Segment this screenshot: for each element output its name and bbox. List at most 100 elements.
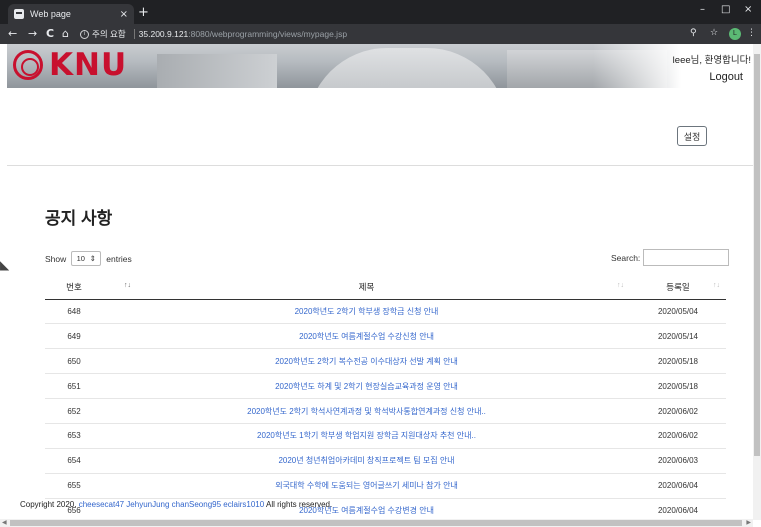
copyright-prefix: Copyright 2020, bbox=[20, 500, 77, 509]
table-row: 651 2020학년도 하계 및 2학기 현장실습교육과정 운영 안내 2020/0… bbox=[45, 373, 726, 399]
row-date: 2020/05/14 bbox=[630, 323, 726, 349]
row-date: 2020/06/02 bbox=[630, 422, 726, 449]
table-row: 650 2020학년도 2학기 복수전공 이수대상자 선발 계획 안내 2020/0… bbox=[45, 348, 726, 374]
author-names[interactable]: cheesecat47 JehyunJung chanSeong95 eclai… bbox=[79, 500, 264, 509]
notice-table: 번호 ↑↓ 제목 ↑↓ 등록일 ↑↓ 648 2020학년도 2학기 학부생 장학… bbox=[45, 275, 726, 520]
sort-icon: ↑↓ bbox=[713, 282, 720, 289]
row-number: 652 bbox=[45, 398, 103, 424]
browser-tab-bar: Web page × + – □ × bbox=[0, 0, 761, 24]
vertical-scroll-thumb[interactable] bbox=[754, 54, 760, 456]
new-tab-icon[interactable]: + bbox=[138, 5, 149, 20]
browser-menu-icon[interactable]: ⋮ bbox=[747, 28, 756, 38]
tab-title: Web page bbox=[30, 9, 71, 19]
tab-close-icon[interactable]: × bbox=[120, 9, 128, 20]
notice-title-link[interactable]: 2020학년도 2학기 학부생 장학금 신청 안내 bbox=[295, 307, 439, 316]
reload-icon[interactable]: C bbox=[46, 27, 54, 40]
row-date: 2020/05/04 bbox=[630, 298, 726, 324]
sort-icon: ↑↓ bbox=[617, 282, 624, 289]
logout-link[interactable]: Logout bbox=[709, 71, 743, 83]
table-header-row: 번호 ↑↓ 제목 ↑↓ 등록일 ↑↓ bbox=[45, 275, 726, 300]
profile-avatar[interactable]: L bbox=[729, 28, 741, 40]
knu-emblem-icon bbox=[13, 50, 43, 80]
knu-logo[interactable]: KNU bbox=[13, 47, 128, 83]
show-label: Show bbox=[45, 253, 67, 264]
select-arrows-icon: ⇕ bbox=[89, 254, 96, 263]
settings-button[interactable]: 설정 bbox=[677, 126, 707, 146]
notice-title-link[interactable]: 외국대학 수학에 도움되는 영어글쓰기 세미나 참가 안내 bbox=[275, 481, 458, 490]
address-bar[interactable]: i 주의 요함 35.200.9.121 :8080/webprogrammin… bbox=[80, 26, 640, 42]
notice-title-link[interactable]: 2020학년도 2학기 복수전공 이수대상자 선발 계획 안내 bbox=[275, 357, 458, 366]
row-date: 2020/06/03 bbox=[630, 447, 726, 474]
row-title: 2020학년도 여름계절수업 수강신청 안내 bbox=[103, 323, 630, 349]
notice-title-link[interactable]: 2020년 청년취업아카데미 창직프로젝트 팀 모집 안내 bbox=[278, 456, 454, 465]
row-date: 2020/06/04 bbox=[630, 497, 726, 520]
bookmark-star-icon[interactable]: ☆ bbox=[710, 28, 718, 38]
welcome-message: leee님, 환영합니다! bbox=[672, 55, 751, 66]
row-number: 649 bbox=[45, 323, 103, 349]
notice-title-link[interactable]: 2020학년도 하계 및 2학기 현장실습교육과정 운영 안내 bbox=[275, 382, 458, 391]
copyright-suffix: All rights reserved. bbox=[265, 500, 333, 509]
row-title: 2020학년도 1학기 학부생 학업지원 장학금 지원대상자 추천 안내.. bbox=[103, 422, 630, 449]
row-title: 2020학년도 2학기 복수전공 이수대상자 선발 계획 안내 bbox=[103, 348, 630, 374]
row-date: 2020/05/18 bbox=[630, 348, 726, 374]
row-number: 648 bbox=[45, 298, 103, 324]
entries-label: entries bbox=[106, 253, 132, 264]
row-title: 2020년 청년취업아카데미 창직프로젝트 팀 모집 안내 bbox=[103, 447, 630, 474]
scroll-right-icon[interactable]: ▶ bbox=[746, 519, 751, 526]
minimize-icon[interactable]: – bbox=[700, 4, 705, 15]
row-number: 653 bbox=[45, 422, 103, 449]
row-date: 2020/06/04 bbox=[630, 472, 726, 499]
page-footer: Copyright 2020, cheesecat47 JehyunJung c… bbox=[20, 500, 332, 509]
page-favicon-icon bbox=[14, 9, 24, 19]
vertical-scrollbar[interactable] bbox=[753, 44, 761, 520]
url-path: :8080/webprogramming/views/mypage.jsp bbox=[188, 29, 348, 39]
page-viewport: KNU leee님, 환영합니다! Logout 설정 공지 사항 Show 1… bbox=[7, 44, 753, 520]
address-separator bbox=[133, 29, 135, 39]
banner-dome bbox=[307, 48, 507, 88]
notice-title-link[interactable]: 2020학년도 2학기 학석사연계과정 및 학석박사통합연계과정 신청 안내.. bbox=[247, 407, 486, 416]
row-number: 654 bbox=[45, 447, 103, 474]
horizontal-scrollbar[interactable]: ◀ ▶ bbox=[0, 519, 753, 527]
home-icon[interactable]: ⌂ bbox=[62, 27, 69, 40]
table-body: 648 2020학년도 2학기 학부생 장학금 신청 안내 2020/05/04 64… bbox=[45, 298, 726, 520]
search-input[interactable] bbox=[643, 249, 730, 266]
back-icon[interactable]: ← bbox=[8, 27, 17, 40]
row-number: 651 bbox=[45, 373, 103, 399]
url-host: 35.200.9.121 bbox=[138, 29, 189, 39]
logo-wordmark: KNU bbox=[49, 47, 128, 83]
row-date: 2020/06/02 bbox=[630, 398, 726, 424]
info-icon[interactable]: i bbox=[80, 29, 89, 39]
horizontal-scroll-thumb[interactable] bbox=[10, 520, 742, 526]
table-row: 649 2020학년도 여름계절수업 수강신청 안내 2020/05/14 bbox=[45, 323, 726, 349]
row-number: 650 bbox=[45, 348, 103, 374]
search-label: Search: bbox=[611, 252, 641, 263]
banner-building bbox=[157, 54, 277, 88]
header-banner: KNU leee님, 환영합니다! Logout bbox=[7, 44, 753, 88]
table-row: 653 2020학년도 1학기 학부생 학업지원 장학금 지원대상자 추천 안내.… bbox=[45, 422, 726, 449]
table-row: 652 2020학년도 2학기 학석사연계과정 및 학석박사통합연계과정 신청 안… bbox=[45, 398, 726, 424]
entries-select[interactable]: 10 ⇕ bbox=[71, 251, 102, 266]
cursor-arrow-icon: ◣ bbox=[0, 258, 10, 272]
scroll-left-icon[interactable]: ◀ bbox=[2, 519, 7, 526]
row-title: 2020학년도 2학기 학부생 장학금 신청 안내 bbox=[103, 298, 630, 324]
page-title: 공지 사항 bbox=[45, 209, 113, 228]
row-title: 2020학년도 하계 및 2학기 현장실습교육과정 운영 안내 bbox=[103, 373, 630, 399]
table-search: Search: bbox=[611, 249, 730, 266]
settings-area: 설정 bbox=[7, 88, 753, 166]
forward-icon[interactable]: → bbox=[28, 27, 37, 40]
row-date: 2020/05/18 bbox=[630, 373, 726, 399]
browser-tab[interactable]: Web page × bbox=[8, 4, 134, 24]
security-warning[interactable]: 주의 요함 bbox=[92, 28, 126, 40]
notice-title-link[interactable]: 2020학년도 여름계절수업 수강신청 안내 bbox=[299, 332, 434, 341]
column-header-no[interactable]: 번호 ↑↓ bbox=[45, 275, 131, 300]
column-header-date[interactable]: 등록일 ↑↓ bbox=[630, 275, 726, 300]
browser-toolbar: ← → C ⌂ i 주의 요함 35.200.9.121 :8080/webpr… bbox=[0, 24, 761, 44]
maximize-icon[interactable]: □ bbox=[721, 4, 730, 15]
window-close-icon[interactable]: × bbox=[744, 4, 752, 15]
column-header-title[interactable]: 제목 ↑↓ bbox=[103, 275, 630, 300]
zoom-icon[interactable]: ⚲ bbox=[690, 28, 697, 38]
row-title: 2020학년도 2학기 학석사연계과정 및 학석박사통합연계과정 신청 안내.. bbox=[103, 398, 630, 424]
row-number: 655 bbox=[45, 472, 103, 499]
notice-title-link[interactable]: 2020학년도 1학기 학부생 학업지원 장학금 지원대상자 추천 안내.. bbox=[257, 431, 476, 440]
entries-length-control: Show 10 ⇕ entries bbox=[45, 251, 132, 266]
